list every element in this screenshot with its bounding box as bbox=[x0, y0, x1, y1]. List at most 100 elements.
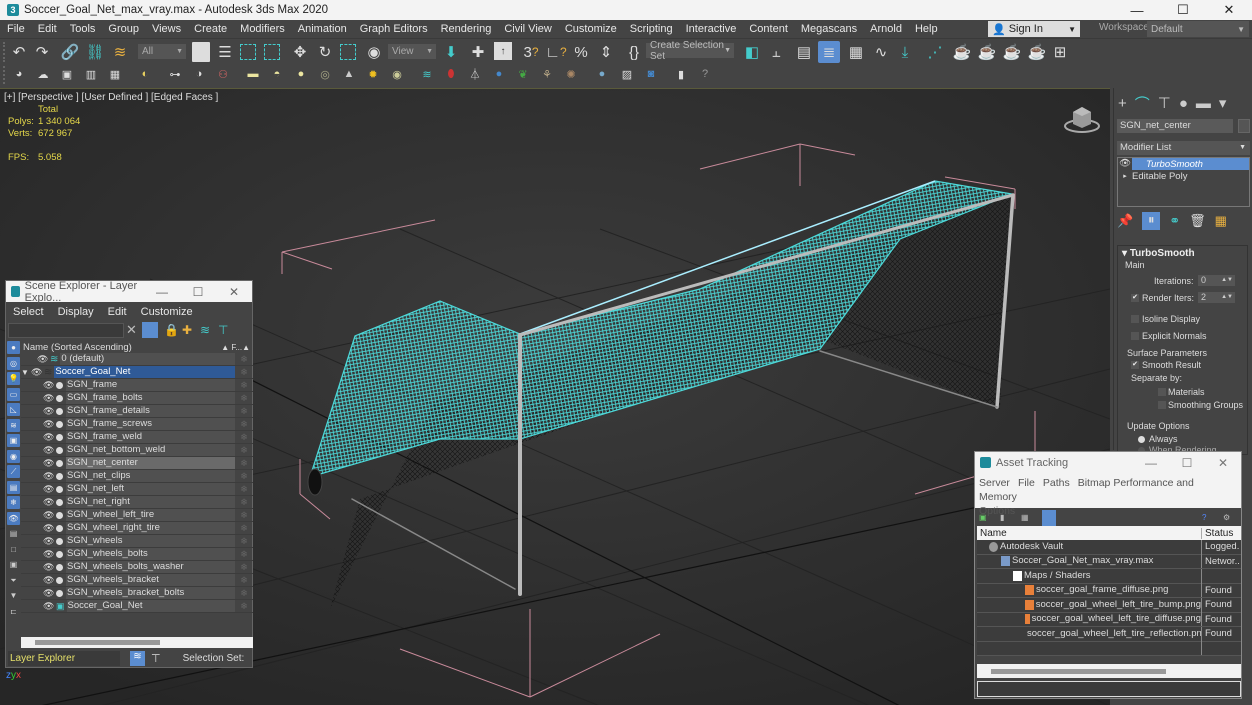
scene-list-item[interactable]: 👁 SGN_frame_details ❄ bbox=[21, 405, 253, 418]
minimize-button[interactable]: — bbox=[1133, 456, 1169, 470]
freeze-icon[interactable]: ❄ bbox=[235, 536, 253, 547]
file-icon[interactable]: ▮ bbox=[1000, 513, 1010, 523]
scene-list-item[interactable]: 👁 SGN_frame_weld ❄ bbox=[21, 431, 253, 444]
scene-list-item[interactable]: ▼ 👁 ≋ Soccer_Goal_Net ❄ bbox=[21, 366, 253, 379]
maximize-button[interactable]: ☐ bbox=[1169, 456, 1205, 470]
asset-tracking-titlebar[interactable]: Asset Tracking — ☐ ✕ bbox=[975, 452, 1241, 473]
render-iters-spinner[interactable]: 2 ▲▼ bbox=[1198, 292, 1235, 303]
render-shortcuts-icon[interactable]: ⊞ bbox=[1050, 42, 1070, 62]
asset-row[interactable]: soccer_goal_wheel_left_tire_bump.png Foun… bbox=[977, 597, 1241, 613]
plane-light-icon[interactable]: ▬ bbox=[246, 67, 260, 81]
visibility-eye-icon[interactable]: 👁 bbox=[43, 380, 54, 391]
window-crossing-icon[interactable] bbox=[264, 44, 280, 60]
vray-fur-plant-icon[interactable]: ❦ bbox=[516, 67, 530, 81]
close-button[interactable]: ✕ bbox=[1206, 0, 1252, 20]
vray-mesh-icon[interactable]: ⚘ bbox=[540, 67, 554, 81]
vray-fur-icon[interactable]: ≋ bbox=[420, 67, 434, 81]
freeze-icon[interactable]: ❄ bbox=[235, 562, 253, 573]
spinner-arrows-icon[interactable]: ▲▼ bbox=[1221, 292, 1233, 303]
named-selection-set-dropdown[interactable]: Create Selection Set ▼ bbox=[646, 40, 734, 62]
table-view-icon[interactable] bbox=[1042, 510, 1056, 526]
utilities-tab-icon[interactable]: ▾ bbox=[1219, 94, 1227, 112]
display-spacewarps-icon[interactable]: ≋ bbox=[7, 418, 20, 432]
remove-modifier-icon[interactable]: 🗑 bbox=[1189, 213, 1206, 229]
menu-select[interactable]: Select bbox=[6, 306, 51, 318]
scene-list-item[interactable]: 👁 SGN_frame_bolts ❄ bbox=[21, 392, 253, 405]
unlink-icon[interactable]: ⛓ bbox=[85, 42, 105, 62]
modifier-stack-item[interactable]: ▸ Editable Poly bbox=[1118, 170, 1249, 182]
display-containers-icon[interactable]: ▤ bbox=[7, 480, 20, 494]
visibility-eye-icon[interactable]: 👁 bbox=[43, 445, 54, 456]
close-button[interactable]: ✕ bbox=[1205, 456, 1241, 470]
render-in-cloud-icon[interactable]: ☕ bbox=[1027, 42, 1047, 62]
freeze-icon[interactable]: ❄ bbox=[235, 367, 253, 378]
close-button[interactable]: ✕ bbox=[216, 285, 252, 299]
edit-named-selection-icon[interactable]: {} bbox=[624, 42, 644, 62]
iterations-spinner[interactable]: 0 ▲▼ bbox=[1198, 275, 1235, 286]
filter-options-icon[interactable]: ⏷ bbox=[7, 574, 20, 587]
scene-list-item[interactable]: 👁 SGN_net_bottom_weld ❄ bbox=[21, 444, 253, 457]
vray-tools-icon[interactable]: ▮ bbox=[674, 67, 688, 81]
menu-megascans[interactable]: Megascans bbox=[794, 23, 863, 35]
rendered-frame-window-icon[interactable]: ☕ bbox=[977, 42, 997, 62]
menu-scripting[interactable]: Scripting bbox=[623, 23, 679, 35]
vray-material-icon[interactable]: ● bbox=[595, 67, 609, 81]
object-color-swatch[interactable] bbox=[1238, 119, 1250, 133]
toolbar-grip[interactable] bbox=[3, 42, 7, 62]
clear-search-icon[interactable]: ✕ bbox=[126, 322, 137, 338]
ambient-light-icon[interactable]: ◉ bbox=[390, 67, 404, 81]
settings-icon[interactable]: ⚙ bbox=[1223, 513, 1233, 523]
dome-light-icon[interactable]: ◓ bbox=[270, 67, 284, 81]
filter-funnel-icon[interactable]: ▼ bbox=[7, 589, 20, 602]
visibility-eye-icon[interactable]: 👁 bbox=[37, 354, 48, 365]
visibility-eye-icon[interactable]: 👁 bbox=[31, 367, 42, 378]
materials-checkbox[interactable] bbox=[1158, 388, 1166, 396]
explicit-normals-checkbox[interactable] bbox=[1131, 332, 1139, 340]
freeze-icon[interactable]: ❄ bbox=[235, 471, 253, 482]
select-by-name-icon[interactable]: ☰ bbox=[215, 42, 235, 62]
scene-list-item[interactable]: 👁 SGN_wheels_bolts_washer ❄ bbox=[21, 561, 253, 574]
redo-icon[interactable]: ↷ bbox=[33, 42, 51, 62]
visibility-eye-icon[interactable]: 👁 bbox=[43, 575, 54, 586]
visibility-eye-icon[interactable]: 👁 bbox=[43, 432, 54, 443]
display-helpers-icon[interactable]: ◺ bbox=[7, 403, 20, 416]
menu-file[interactable]: File bbox=[1018, 477, 1035, 489]
display-tab-icon[interactable]: ▬ bbox=[1196, 95, 1211, 112]
render-setup-icon[interactable]: ☕ bbox=[952, 42, 972, 62]
workspace-select[interactable]: Default ▼ bbox=[1147, 21, 1249, 37]
menu-civil-view[interactable]: Civil View bbox=[497, 23, 557, 35]
freeze-icon[interactable]: ❄ bbox=[235, 575, 253, 586]
angle-snap-icon[interactable]: ∟? bbox=[545, 42, 567, 62]
spot-light-icon[interactable]: ▲ bbox=[342, 67, 356, 81]
scene-list-item[interactable]: 👁 SGN_wheels_bolts ❄ bbox=[21, 548, 253, 561]
menu-graph-editors[interactable]: Graph Editors bbox=[353, 23, 434, 35]
scene-list-item[interactable]: 👁 SGN_wheel_left_tire ❄ bbox=[21, 509, 253, 522]
menu-rendering[interactable]: Rendering bbox=[434, 23, 498, 35]
sort-by-layer-icon[interactable]: ≋ bbox=[130, 651, 145, 666]
freeze-icon[interactable]: ❄ bbox=[235, 549, 253, 560]
schematic-view-icon[interactable]: ⤓ bbox=[895, 42, 915, 62]
display-hidden-icon[interactable]: 👁 bbox=[7, 511, 20, 525]
freeze-icon[interactable]: ❄ bbox=[235, 523, 253, 534]
menu-group[interactable]: Group bbox=[101, 23, 145, 35]
modifier-stack-item[interactable]: 👁 TurboSmooth bbox=[1118, 158, 1249, 170]
cloud-icon[interactable]: ☁ bbox=[36, 67, 50, 81]
link-icon[interactable]: 🔗 bbox=[60, 42, 80, 62]
document-icon[interactable]: ▥ bbox=[84, 67, 98, 81]
visibility-eye-icon[interactable]: 👁 bbox=[43, 419, 54, 430]
display-xrefs-icon[interactable]: ◉ bbox=[7, 449, 20, 463]
horizontal-scrollbar[interactable] bbox=[977, 664, 1241, 678]
viewcube-icon[interactable] bbox=[1063, 104, 1101, 134]
visibility-eye-icon[interactable]: 👁 bbox=[43, 536, 54, 547]
asset-row[interactable]: soccer_goal_frame_diffuse.png Found bbox=[977, 583, 1241, 598]
menu-file[interactable]: File bbox=[0, 23, 31, 35]
sun-light-icon[interactable]: ✹ bbox=[366, 67, 380, 81]
scene-explorer-icon[interactable]: ▤ bbox=[795, 42, 813, 62]
sort-by-hierarchy-icon[interactable]: ⊤ bbox=[151, 652, 161, 665]
help-icon[interactable]: ? bbox=[1202, 513, 1212, 523]
scene-icon[interactable]: ◕ bbox=[12, 67, 26, 81]
freeze-icon[interactable]: ❄ bbox=[235, 354, 253, 365]
menu-tools[interactable]: Tools bbox=[63, 23, 102, 35]
expand-icon[interactable]: ▸ bbox=[1118, 172, 1132, 180]
spinner-snap-icon[interactable]: ⇕ bbox=[595, 42, 617, 62]
